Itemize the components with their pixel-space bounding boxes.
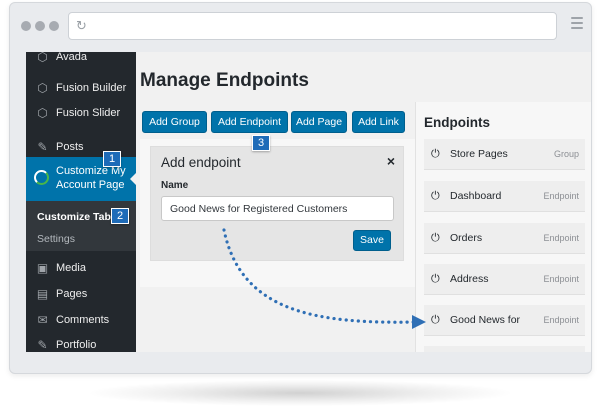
window-dot-icon [21, 21, 31, 31]
page-viewport: ⬡ Avada ⬡ Fusion Builder ⬡ Fusion Slider… [26, 52, 591, 352]
address-bar[interactable]: ↻ [68, 12, 557, 40]
browser-window: ↻ ⬡ Avada ⬡ Fusion Builder ⬡ Fusion Slid… [9, 2, 592, 374]
frame-shadow [90, 380, 510, 406]
window-dot-icon [35, 21, 45, 31]
reload-icon[interactable]: ↻ [76, 18, 87, 34]
hamburger-icon[interactable] [571, 17, 583, 31]
arrow-head-icon [412, 315, 426, 329]
window-dot-icon [49, 21, 59, 31]
dotted-arrow [222, 228, 426, 329]
